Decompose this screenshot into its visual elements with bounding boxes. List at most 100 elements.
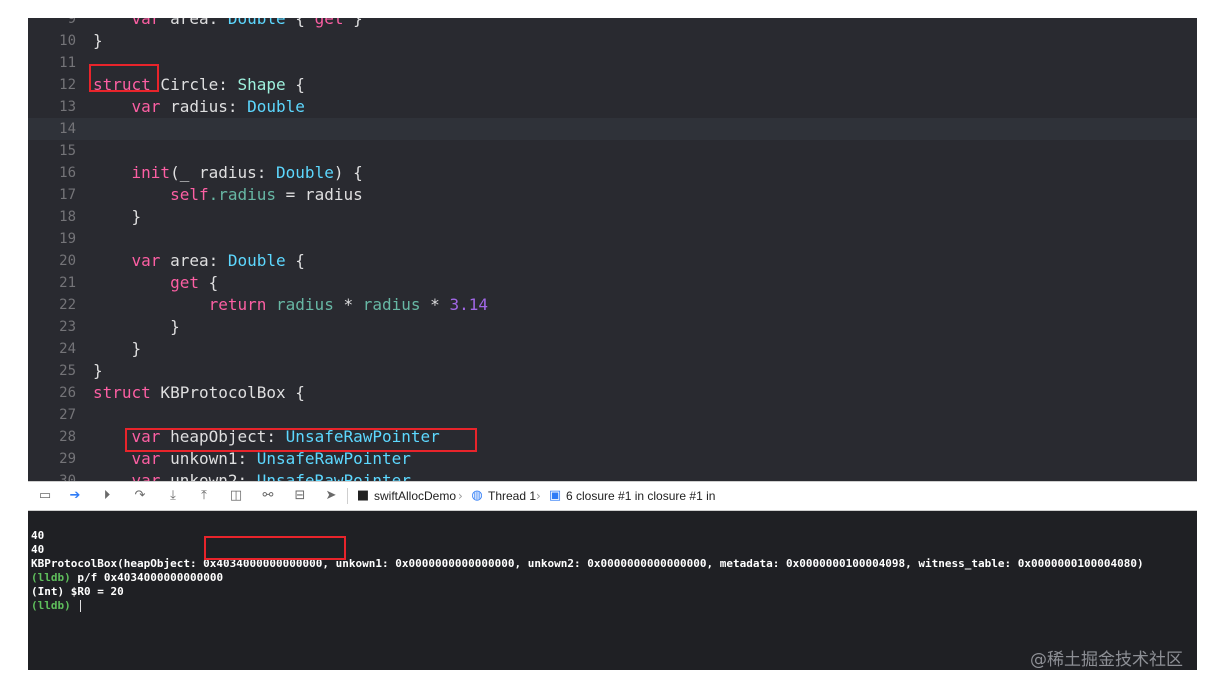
line-number: 10 <box>59 33 76 49</box>
code-line[interactable]: 21 get { <box>28 272 1197 294</box>
code-token: Circle: <box>150 75 238 94</box>
code-line[interactable]: 20 var area: Double { <box>28 250 1197 272</box>
code-text: } <box>93 30 103 52</box>
code-line[interactable]: 24 } <box>28 338 1197 360</box>
code-line[interactable]: 15 <box>28 140 1197 162</box>
code-line[interactable]: 29 var unkown1: UnsafeRawPointer <box>28 448 1197 470</box>
code-token: } <box>93 361 103 380</box>
code-line[interactable]: 26 struct KBProtocolBox { <box>28 382 1197 404</box>
code-token: 3.14 <box>449 295 488 314</box>
code-line[interactable]: 25} <box>28 360 1197 382</box>
code-text: var area: Double { <box>93 250 305 272</box>
code-token: self <box>93 185 209 204</box>
divider <box>347 488 348 504</box>
line-number: 15 <box>59 143 76 159</box>
code-line[interactable]: 28 var heapObject: UnsafeRawPointer <box>28 426 1197 448</box>
view-debugger-icon[interactable]: ◫ <box>228 488 244 504</box>
code-line[interactable]: 23 } <box>28 316 1197 338</box>
chevron-right-icon: › <box>536 489 541 503</box>
line-number: 11 <box>59 55 76 71</box>
code-token: var <box>93 251 161 270</box>
code-line[interactable]: 12 struct Circle: Shape { <box>28 74 1197 96</box>
stack-frame-icon: ▣ <box>548 488 562 503</box>
code-token: area: <box>160 18 228 28</box>
console-line: KBProtocolBox(heapObject: 0x403400000000… <box>31 557 1144 571</box>
console-text: KBProtocolBox(heapObject: 0x403400000000… <box>31 557 1144 570</box>
console-line: (lldb) <box>31 599 82 613</box>
code-token: ) { <box>333 163 363 182</box>
code-line[interactable]: 19 <box>28 228 1197 250</box>
code-text: } <box>93 338 142 360</box>
line-number: 28 <box>59 429 76 445</box>
line-number: 22 <box>59 297 76 313</box>
code-text: var area: Double { get } <box>93 18 363 30</box>
code-token: UnsafeRawPointer <box>256 449 411 468</box>
chevron-right-icon: › <box>458 489 463 503</box>
code-token: { <box>285 251 305 270</box>
code-line[interactable]: 17 self.radius = radius <box>28 184 1197 206</box>
breadcrumb-thread[interactable]: Thread 1 <box>488 482 536 510</box>
console-line: (Int) $R0 = 20 <box>31 585 124 599</box>
line-number: 9 <box>67 18 76 27</box>
code-text: return radius * radius * 3.14 <box>93 294 488 316</box>
line-number: 20 <box>59 253 76 269</box>
code-line[interactable]: 18 } <box>28 206 1197 228</box>
line-number: 23 <box>59 319 76 335</box>
line-number: 17 <box>59 187 76 203</box>
line-number: 19 <box>59 231 76 247</box>
code-token: { <box>285 18 315 28</box>
step-over-icon[interactable]: ↷ <box>132 488 148 504</box>
code-token: } <box>93 339 142 358</box>
code-token: var <box>93 427 161 446</box>
code-token: radius <box>266 295 334 314</box>
code-token: heapObject: <box>160 427 286 446</box>
code-line[interactable]: 9 var area: Double { get } <box>28 18 1197 30</box>
code-text: var radius: Double <box>93 96 305 118</box>
breadcrumb-target[interactable]: swiftAllocDemo <box>374 482 456 510</box>
code-token: } <box>343 18 363 28</box>
code-text: struct Circle: Shape { <box>93 74 305 96</box>
code-line[interactable]: 14 <box>28 118 1197 140</box>
line-number: 27 <box>59 407 76 423</box>
code-line[interactable]: 30 var unkown2: UnsafeRawPointer <box>28 470 1197 481</box>
code-text: struct KBProtocolBox { <box>93 382 305 404</box>
code-line[interactable]: 10} <box>28 30 1197 52</box>
code-line[interactable]: 16 init(_ radius: Double) { <box>28 162 1197 184</box>
step-into-icon[interactable]: ⤓ <box>165 488 181 504</box>
line-number: 26 <box>59 385 76 401</box>
console-line: (lldb) p/f 0x4034000000000000 <box>31 571 223 585</box>
code-token: radius: <box>160 97 248 116</box>
code-token: = radius <box>276 185 363 204</box>
code-line[interactable]: 13 var radius: Double <box>28 96 1197 118</box>
code-editor[interactable]: 9 var area: Double { get } 10} 11 12 struct … <box>28 18 1197 481</box>
code-line[interactable]: 22 return radius * radius * 3.14 <box>28 294 1197 316</box>
code-line[interactable]: 11 <box>28 52 1197 74</box>
code-token: * <box>333 295 363 314</box>
lldb-console[interactable]: 40 40 KBProtocolBox(heapObject: 0x40340000… <box>28 511 1197 670</box>
environment-overrides-icon[interactable]: ⊟ <box>292 488 308 504</box>
step-out-icon[interactable]: ⤒ <box>196 488 212 504</box>
line-number: 25 <box>59 363 76 379</box>
line-number: 16 <box>59 165 76 181</box>
code-text: var unkown2: UnsafeRawPointer <box>93 470 411 481</box>
code-text: init(_ radius: Double) { <box>93 162 363 184</box>
memory-graph-icon[interactable]: ⚯ <box>260 488 276 504</box>
line-number: 24 <box>59 341 76 357</box>
code-token: UnsafeRawPointer <box>256 471 411 481</box>
code-token: area: <box>160 251 228 270</box>
breakpoints-toggle-icon[interactable]: ➔ <box>67 488 83 504</box>
code-token: struct <box>93 383 151 402</box>
code-text: get { <box>93 272 218 294</box>
breadcrumb-frame[interactable]: 6 closure #1 in closure #1 in <box>566 482 715 510</box>
hide-debug-area-icon[interactable]: ▭ <box>37 488 53 504</box>
code-text: } <box>93 316 180 338</box>
code-token: var <box>93 471 161 481</box>
code-token: { <box>198 273 219 292</box>
thread-icon: ◍ <box>471 488 483 503</box>
simulate-location-icon[interactable]: ➤ <box>323 488 339 504</box>
code-token: Double <box>276 163 334 182</box>
code-line[interactable]: 27 <box>28 404 1197 426</box>
text-caret <box>80 600 82 612</box>
continue-icon[interactable]: ⏵ <box>99 488 115 504</box>
